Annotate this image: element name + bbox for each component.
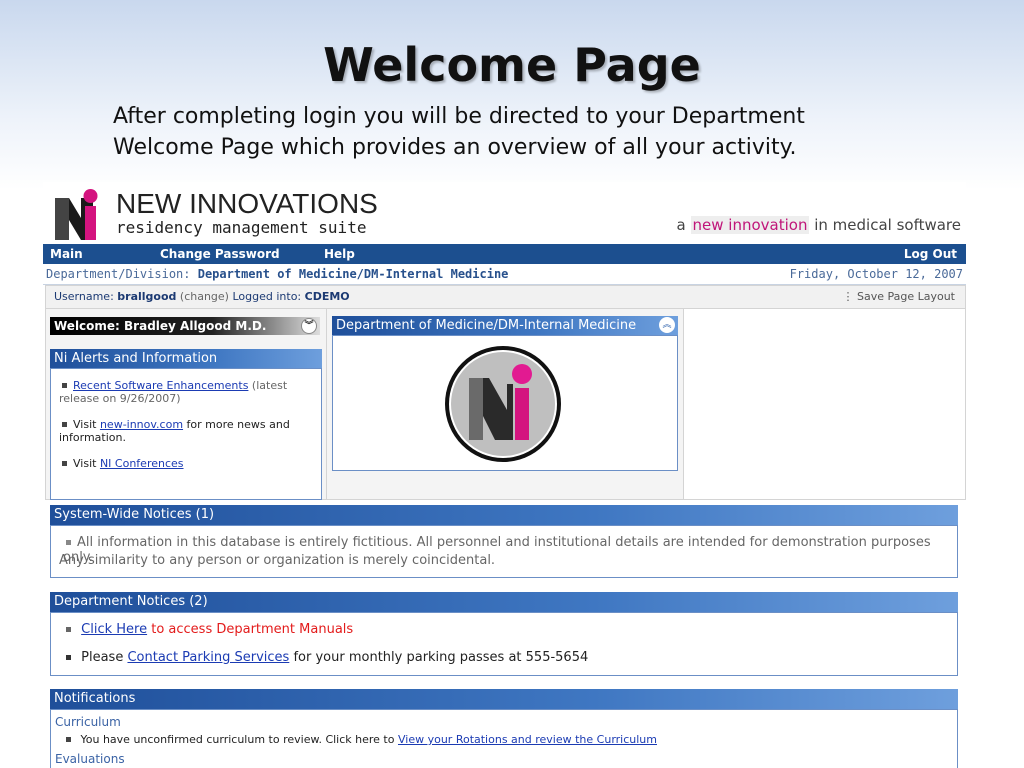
user-bar: Username: brallgood (change) Logged into… <box>45 285 966 309</box>
left-column: Welcome: Bradley Allgood M.D. ︾ Ni Alert… <box>46 309 327 500</box>
release-note: (latest <box>251 379 288 392</box>
contact-parking-link[interactable]: Contact Parking Services <box>127 650 289 665</box>
brand-name: NEW INNOVATIONS <box>116 188 378 219</box>
bullet-icon <box>66 627 71 632</box>
alert-item: Visit NI Conferences <box>59 457 309 470</box>
alert-item: Visit new-innov.com for more news and in… <box>59 418 309 444</box>
dept-notices-title: Department Notices (2) <box>54 594 208 609</box>
dept-panel-title: Department of Medicine/DM-Internal Medic… <box>336 318 637 333</box>
logged-value: CDEMO <box>304 290 350 303</box>
system-notices-header: System-Wide Notices (1) <box>50 505 958 525</box>
nav-main[interactable]: Main <box>50 247 83 261</box>
username-label: Username: <box>54 290 114 303</box>
click-here-link[interactable]: Click Here <box>81 622 147 637</box>
evaluations-label: Evaluations <box>55 752 125 766</box>
current-date: Friday, October 12, 2007 <box>789 267 963 281</box>
department-label: Department/Division: Department of Medic… <box>46 267 508 281</box>
dashboard-columns: Welcome: Bradley Allgood M.D. ︾ Ni Alert… <box>45 308 966 500</box>
tagline-post: in medical software <box>814 216 961 234</box>
save-layout-label: Save Page Layout <box>856 290 955 303</box>
release-note-date: release on 9/26/2007) <box>59 392 181 405</box>
curriculum-text: You have unconfirmed curriculum to revie… <box>80 733 395 746</box>
tagline-pre: a <box>676 216 686 234</box>
dept-notices-header: Department Notices (2) <box>50 592 958 612</box>
bullet-icon <box>66 540 71 545</box>
nav-help[interactable]: Help <box>324 247 355 261</box>
alert-item: Recent Software Enhancements (latest rel… <box>59 379 309 405</box>
middle-column: Department of Medicine/DM-Internal Medic… <box>327 309 684 499</box>
bullet-icon <box>62 383 67 388</box>
username: brallgood <box>117 290 177 303</box>
notifications-panel: Curriculum You have unconfirmed curricul… <box>50 709 958 768</box>
alerts-panel: Recent Software Enhancements (latest rel… <box>50 368 322 500</box>
ni-logo-icon <box>55 189 98 240</box>
app-screenshot: NEW INNOVATIONS residency management sui… <box>43 182 966 768</box>
software-enhancements-link[interactable]: Recent Software Enhancements <box>73 379 248 392</box>
bullet-icon <box>66 655 71 660</box>
slide-description: After completing login you will be direc… <box>113 101 893 163</box>
please-text: Please <box>81 650 124 665</box>
slide-text-line2: Welcome Page which provides an overview … <box>113 135 797 160</box>
bullet-icon <box>62 461 67 466</box>
user-info: Username: brallgood (change) Logged into… <box>54 290 350 303</box>
dept-notice-1: Click Here to access Department Manuals <box>63 622 353 637</box>
welcome-title: Welcome: Bradley Allgood M.D. <box>54 319 267 333</box>
logged-label: Logged into: <box>232 290 302 303</box>
main-nav: Main Change Password Help Log Out <box>43 244 966 264</box>
dept-notice-2: Please Contact Parking Services for your… <box>63 650 588 665</box>
collapse-up-icon[interactable]: ︽ <box>659 317 675 333</box>
notifications-header: Notifications <box>50 689 958 709</box>
nav-change-password[interactable]: Change Password <box>160 247 280 261</box>
visit-label: Visit <box>73 457 97 470</box>
change-user-link[interactable]: (change) <box>180 290 229 303</box>
news-text: for more news and <box>186 418 290 431</box>
department-label-text: Department/Division: <box>46 267 191 281</box>
tagline: a new innovation in medical software <box>677 216 961 234</box>
new-innov-link[interactable]: new-innov.com <box>100 418 183 431</box>
department-bar: Department/Division: Department of Medic… <box>43 264 966 285</box>
view-rotations-link[interactable]: View your Rotations and review the Curri… <box>398 733 657 746</box>
save-layout-button[interactable]: ⋮ Save Page Layout <box>842 290 955 303</box>
drag-handle-icon: ⋮ <box>842 290 854 303</box>
visit-label: Visit <box>73 418 97 431</box>
collapse-icon[interactable]: ︾ <box>301 318 317 334</box>
nav-logout[interactable]: Log Out <box>904 247 957 261</box>
alerts-header: Ni Alerts and Information <box>50 349 322 368</box>
dept-notices-panel: Click Here to access Department Manuals … <box>50 612 958 676</box>
brand-header: NEW INNOVATIONS residency management sui… <box>43 182 966 244</box>
dept-panel-header: Department of Medicine/DM-Internal Medic… <box>332 316 678 335</box>
notice-line-2: Any similarity to any person or organiza… <box>59 553 496 568</box>
slide-title: Welcome Page <box>323 38 701 92</box>
system-notices-panel: All information in this database is enti… <box>50 525 958 578</box>
welcome-bar: Welcome: Bradley Allgood M.D. ︾ <box>50 317 320 335</box>
tagline-highlight: new innovation <box>690 216 810 234</box>
ni-logo-icon <box>445 346 561 462</box>
department-value: Department of Medicine/DM-Internal Medic… <box>197 267 509 281</box>
bullet-icon <box>66 737 71 742</box>
news-text-2: information. <box>59 431 126 444</box>
dept-panel <box>332 335 678 471</box>
curriculum-label: Curriculum <box>55 715 121 729</box>
system-notices-title: System-Wide Notices (1) <box>54 507 215 522</box>
bullet-icon <box>62 422 67 427</box>
brand-subtitle: residency management suite <box>116 218 367 237</box>
notifications-title: Notifications <box>54 691 136 706</box>
alerts-title: Ni Alerts and Information <box>54 351 218 366</box>
curriculum-notice: You have unconfirmed curriculum to revie… <box>63 733 657 746</box>
ni-conferences-link[interactable]: NI Conferences <box>100 457 184 470</box>
parking-text: for your monthly parking passes at 555-5… <box>293 650 589 665</box>
dept-manuals-text: to access Department Manuals <box>151 622 354 637</box>
slide-text-line1: After completing login you will be direc… <box>113 104 805 129</box>
